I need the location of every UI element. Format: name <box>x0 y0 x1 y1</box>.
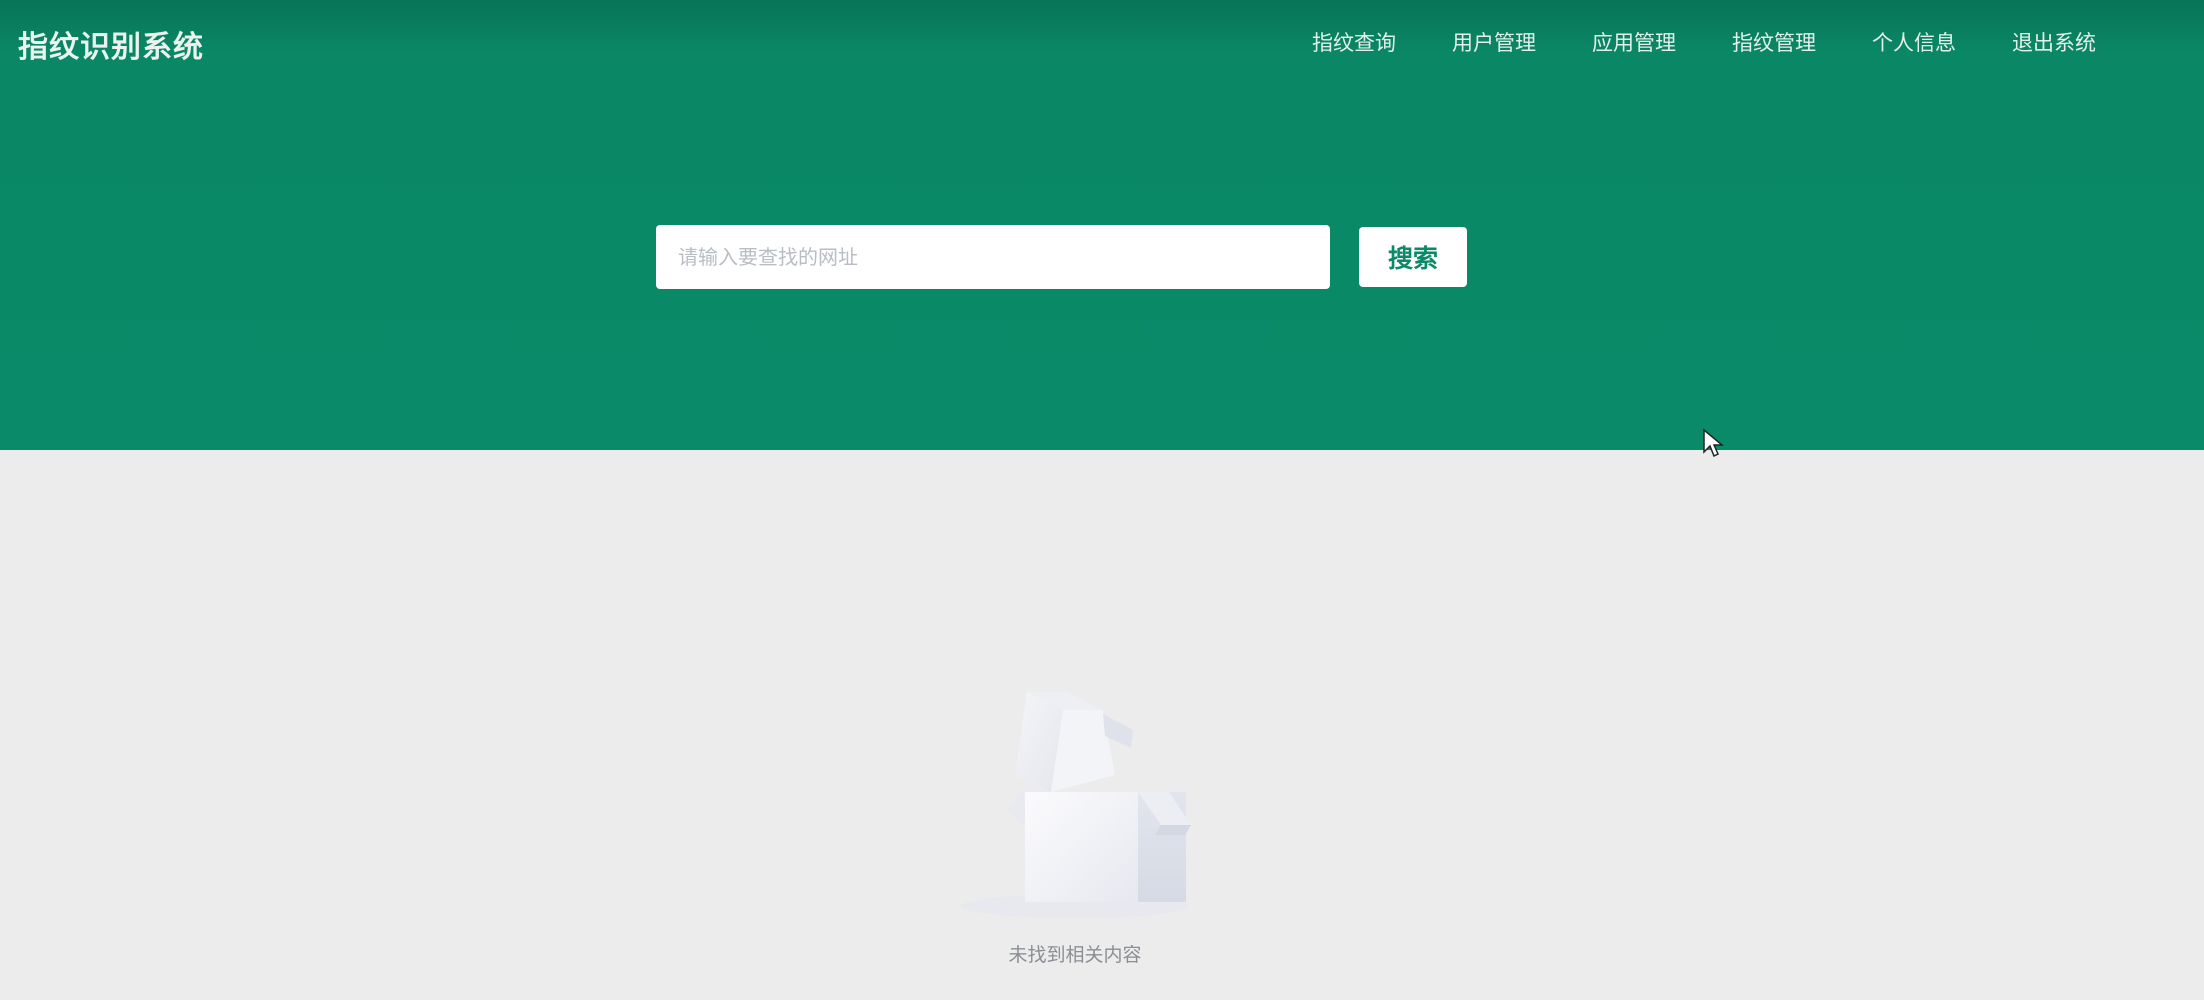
nav-menu: 指纹查询 用户管理 应用管理 指纹管理 个人信息 退出系统 <box>1284 28 2124 58</box>
navbar: 指纹识别系统 指纹查询 用户管理 应用管理 指纹管理 个人信息 退出系统 <box>0 0 2204 88</box>
mouse-cursor-icon <box>1703 428 1724 458</box>
nav-item-user-management[interactable]: 用户管理 <box>1424 28 1564 58</box>
search-input[interactable] <box>656 225 1330 289</box>
app-title: 指纹识别系统 <box>18 30 204 65</box>
empty-box-icon <box>961 692 1191 918</box>
nav-item-fingerprint-management[interactable]: 指纹管理 <box>1704 28 1844 58</box>
empty-state: 未找到相关内容 <box>900 680 1250 967</box>
nav-item-profile[interactable]: 个人信息 <box>1844 28 1984 58</box>
nav-item-logout[interactable]: 退出系统 <box>1984 28 2124 58</box>
hero-banner: 指纹识别系统 指纹查询 用户管理 应用管理 指纹管理 个人信息 退出系统 搜索 <box>0 0 2204 450</box>
empty-message: 未找到相关内容 <box>1008 944 1142 966</box>
nav-item-app-management[interactable]: 应用管理 <box>1564 28 1704 58</box>
nav-item-fingerprint-query[interactable]: 指纹查询 <box>1284 28 1424 58</box>
search-button[interactable]: 搜索 <box>1359 227 1467 287</box>
search-bar: 搜索 <box>656 225 1467 289</box>
